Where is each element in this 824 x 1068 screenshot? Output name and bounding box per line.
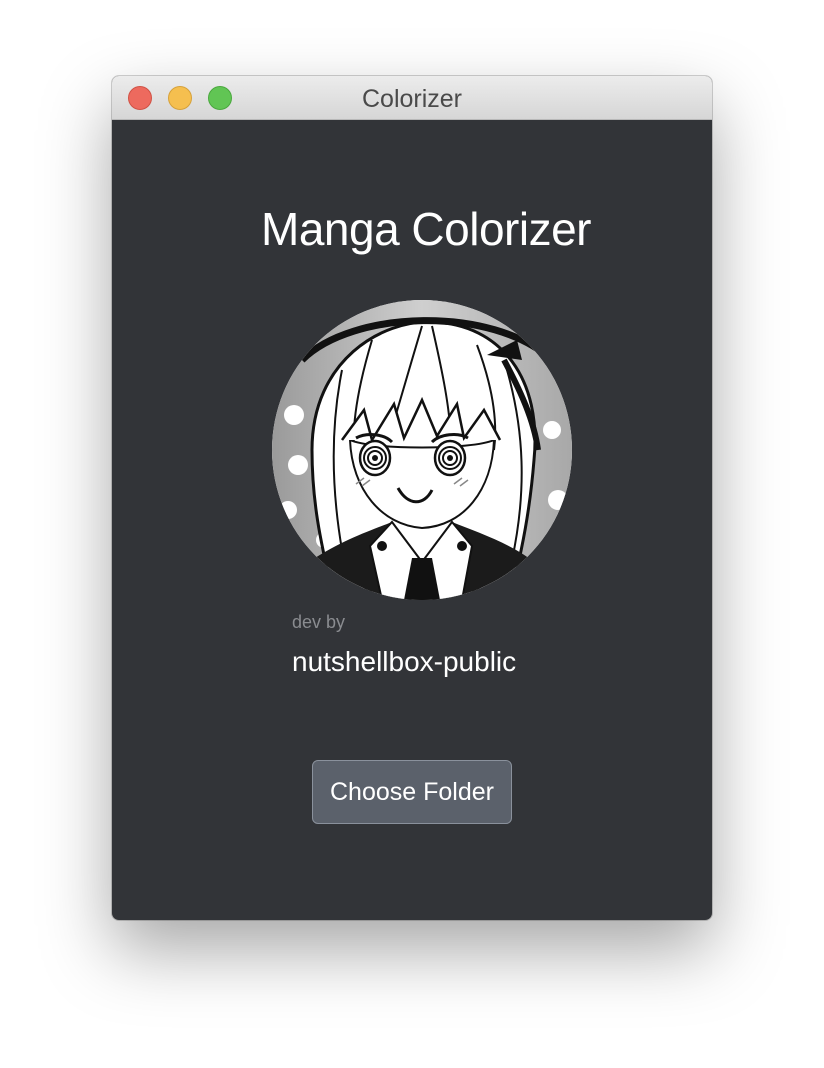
manga-girl-avatar-icon bbox=[272, 300, 572, 600]
app-title: Manga Colorizer bbox=[261, 203, 591, 255]
developer-name: nutshellbox-public bbox=[292, 646, 517, 677]
title-bar[interactable]: Colorizer bbox=[112, 76, 712, 120]
window-title: Colorizer bbox=[361, 85, 463, 113]
dev-by-label: dev by bbox=[292, 612, 346, 632]
main-content: Manga Colorizer dev by nutshellbox-publi… bbox=[112, 120, 712, 920]
manga-avatar-image bbox=[272, 300, 572, 600]
choose-folder-button[interactable]: Choose Folder bbox=[312, 760, 512, 824]
app-window: Colorizer Manga Colorizer dev by nutshel… bbox=[112, 76, 712, 920]
